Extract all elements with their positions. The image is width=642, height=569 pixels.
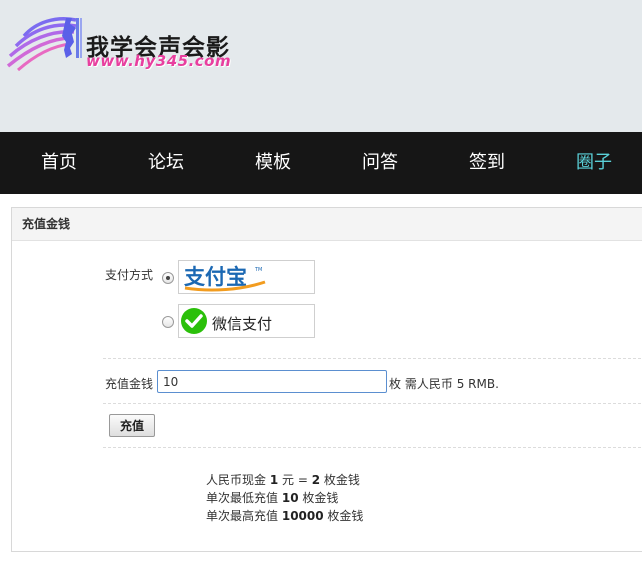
nav-item-qa[interactable]: 问答 [340, 132, 420, 194]
recharge-button[interactable]: 充值 [109, 414, 155, 437]
nav-item-checkin[interactable]: 签到 [447, 132, 527, 194]
nav-item-forum[interactable]: 论坛 [126, 132, 206, 194]
alipay-radio[interactable] [162, 272, 174, 284]
panel-title: 充值金钱 [12, 208, 642, 241]
cost-suffix: RMB. [468, 377, 499, 391]
info-min-recharge: 单次最低充值 10 枚金钱 [206, 489, 338, 506]
alipay-logo-icon: 支付宝 TM [184, 265, 266, 292]
wechat-pay-label: 微信支付 [212, 315, 273, 333]
divider [103, 403, 642, 404]
amount-input[interactable] [157, 370, 387, 393]
info-text: 元 = [282, 473, 308, 487]
svg-text:TM: TM [254, 267, 262, 273]
wechat-pay-radio[interactable] [162, 316, 174, 328]
payment-method-label: 支付方式 [105, 268, 154, 282]
info-text: 枚金钱 [302, 491, 339, 505]
info-text: 单次最高充值 [206, 509, 279, 523]
wechat-pay-option[interactable]: 微信支付 [178, 304, 315, 338]
info-exchange-rate: 人民币现金 1 元 = 2 枚金钱 [206, 471, 360, 488]
divider [103, 447, 642, 448]
cost-value: 5 [456, 377, 465, 391]
amount-label: 充值金钱 [105, 377, 154, 391]
wechat-check-icon [181, 308, 207, 334]
site-logo[interactable]: 我学会声会影 www.hy345.com [6, 14, 236, 74]
info-text: 枚金钱 [323, 473, 360, 487]
nav-item-circle[interactable]: 圈子 [554, 132, 634, 194]
divider [103, 358, 642, 359]
info-value: 1 [269, 473, 279, 487]
info-value: 10000 [281, 509, 324, 523]
site-header: 我学会声会影 www.hy345.com [0, 0, 642, 132]
info-value: 2 [311, 473, 321, 487]
main-nav: 首页 论坛 模板 问答 签到 圈子 [0, 132, 642, 194]
info-max-recharge: 单次最高充值 10000 枚金钱 [206, 507, 363, 524]
amount-unit: 枚 [389, 377, 402, 391]
alipay-option[interactable]: 支付宝 TM [178, 260, 315, 294]
info-text: 单次最低充值 [206, 491, 279, 505]
alipay-logo-text: 支付宝 [184, 265, 247, 289]
site-logo-url: www.hy345.com [86, 52, 232, 70]
cost-prefix: 需人民币 [404, 377, 453, 391]
amount-cost-text: 枚 需人民币 5 RMB. [389, 375, 499, 392]
nav-item-home[interactable]: 首页 [19, 132, 99, 194]
nav-item-templates[interactable]: 模板 [233, 132, 313, 194]
woman-profile-logo-icon [6, 17, 82, 72]
info-text: 枚金钱 [327, 509, 364, 523]
info-text: 人民币现金 [206, 473, 267, 487]
info-value: 10 [281, 491, 299, 505]
